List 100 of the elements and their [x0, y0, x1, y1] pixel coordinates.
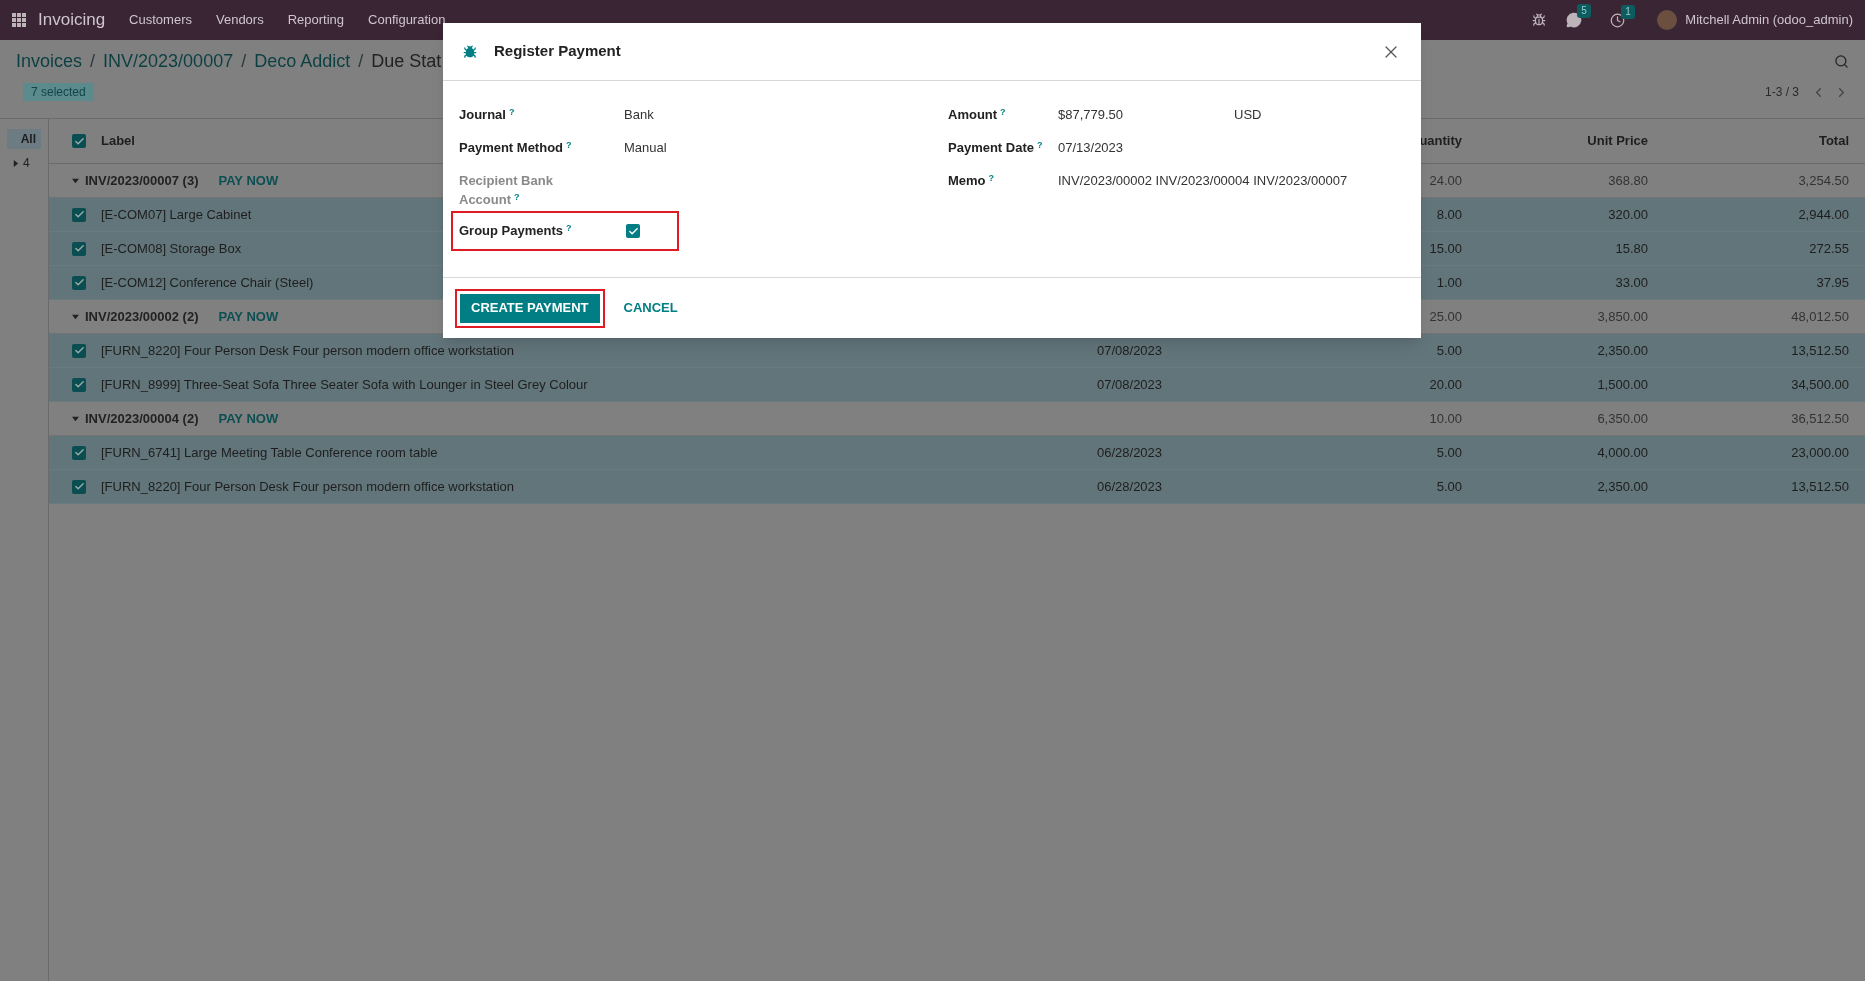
field-label: Memo $^{?}$ [948, 171, 996, 190]
create-payment-button[interactable]: CREATE PAYMENT [460, 293, 600, 323]
table-cell-text: 368.80 [1607, 171, 1648, 190]
breadcrumb[interactable]: Deco Addict [254, 47, 351, 75]
field-value[interactable]: Bank [624, 105, 654, 125]
table-cell-text: 4,000.00 [1596, 443, 1648, 462]
currency-field[interactable]: USD [1234, 105, 1262, 125]
table-cell-text: [FURN_8999] Three-Seat Sofa Three Seater Sofa with Lounger in Steel Grey Colour [100, 375, 589, 394]
field-label: Payment Date $^{?}$ [948, 138, 1044, 157]
table-cell-text: 3,850.00 [1596, 307, 1648, 326]
field-value[interactable]: INV/2023/00002 INV/2023/00004 INV/2023/00007 [1058, 171, 1348, 191]
avatar[interactable] [1657, 10, 1678, 30]
table-cell-text: 07/08/2023 [1096, 341, 1164, 360]
table-cell-text: 07/08/2023 [1096, 375, 1164, 394]
field-label: Payment Method $^{?}$ [459, 138, 573, 157]
checkbox[interactable] [72, 241, 86, 256]
field-label: Amount $^{?}$ [948, 105, 1007, 124]
table-row[interactable]: [FURN_8220] Four Person Desk Four person modern office workstation 06/28/2023 5.00 2,350.00 13,512.50 [49, 470, 1865, 504]
table-cell-text: 13,512.50 [1790, 341, 1849, 360]
breadcrumb-separator: / [241, 49, 247, 73]
debug-icon[interactable] [1532, 13, 1547, 27]
field-value[interactable]: $87,779.50 [1058, 105, 1234, 125]
breadcrumb[interactable]: Invoices [16, 47, 83, 75]
checkbox[interactable] [72, 479, 86, 494]
checkbox[interactable] [72, 343, 86, 358]
table-cell-text: 1,500.00 [1596, 375, 1648, 394]
menu-item[interactable]: Reporting [287, 10, 345, 30]
group-title: INV/2023/00004 (2) [85, 409, 199, 428]
user-name[interactable]: Mitchell Admin (odoo_admin) [1685, 10, 1853, 30]
count-badge: 1 [1621, 4, 1635, 19]
apps-grid-icon[interactable] [12, 13, 26, 27]
sidebar-item[interactable]: All [7, 129, 41, 149]
clock-icon[interactable] [1610, 12, 1626, 28]
caret-icon [72, 313, 79, 320]
chat-icon[interactable] [1566, 12, 1583, 28]
table-cell: 24.00 [1429, 172, 1462, 188]
checkbox[interactable] [72, 445, 86, 460]
sidebar-item[interactable]: 4 [7, 153, 41, 173]
column-header[interactable]: uantity [1419, 133, 1462, 149]
table-cell-text: 2,350.00 [1596, 341, 1648, 360]
table-row[interactable]: [FURN_8220] Four Person Desk Four person modern office workstation 07/08/2023 5.00 2,350.00 13,512.50 [49, 334, 1865, 368]
table-cell: 5.00 [1436, 478, 1462, 494]
checkbox[interactable] [72, 134, 86, 148]
table-cell-text: 3,254.50 [1797, 171, 1849, 190]
table-cell: 15.00 [1429, 240, 1462, 256]
table-cell-text: [E-COM07] Large Cabinet [100, 205, 253, 224]
table-cell-text: 23,000.00 [1790, 443, 1849, 462]
table-cell-text: 06/28/2023 [1096, 477, 1164, 496]
table-cell-text: [E-COM08] Storage Box [100, 239, 243, 258]
pay-now-link[interactable]: PAY NOW [218, 306, 279, 327]
group-title: INV/2023/00002 (2) [85, 307, 199, 326]
checkbox[interactable] [72, 275, 86, 290]
table-cell: 1.00 [1436, 274, 1462, 290]
pay-now-link[interactable]: PAY NOW [218, 170, 279, 191]
menu-item[interactable]: Vendors [215, 10, 264, 30]
table-cell-text: 48,012.50 [1790, 307, 1849, 326]
table-cell-text: [FURN_6741] Large Meeting Table Conference room table [100, 443, 439, 462]
table-cell-text: [E-COM12] Conference Chair (Steel) [100, 273, 315, 292]
menu-item[interactable]: Configuration [368, 10, 446, 30]
checkbox[interactable] [626, 224, 640, 238]
selection-badge: 7 selected [23, 83, 94, 101]
breadcrumb[interactable]: INV/2023/00007 [103, 47, 234, 75]
field-value[interactable]: Manual [624, 138, 667, 158]
table-cell-text: [FURN_8220] Four Person Desk Four person modern office workstation [100, 341, 516, 360]
column-header[interactable]: Total [1648, 131, 1849, 151]
table-cell: 8.00 [1436, 206, 1462, 222]
checkbox[interactable] [72, 377, 86, 392]
table-cell-text: 2,944.00 [1797, 205, 1849, 224]
menu-item[interactable]: Customers [129, 10, 192, 30]
table-cell: 10.00 [1429, 410, 1462, 426]
table-cell-text: 2,350.00 [1596, 477, 1648, 496]
table-cell-text: 272.55 [1808, 239, 1849, 258]
dialog-title: Register Payment [494, 41, 621, 62]
bug-icon [463, 44, 477, 59]
cancel-button[interactable]: CANCEL [612, 293, 689, 323]
table-cell: 25.00 [1429, 308, 1462, 324]
pay-now-link[interactable]: PAY NOW [218, 408, 279, 429]
table-cell: 20.00 [1429, 376, 1462, 392]
breadcrumb-separator: / [358, 49, 364, 73]
table-cell-text: 36,512.50 [1790, 409, 1849, 428]
table-row[interactable]: [FURN_6741] Large Meeting Table Conference room table 06/28/2023 5.00 4,000.00 23,000.00 [49, 436, 1865, 470]
caret-icon [12, 159, 19, 167]
checkbox[interactable] [72, 207, 86, 222]
field-value[interactable]: 07/13/2023 [1058, 138, 1124, 158]
table-row[interactable]: [FURN_8999] Three-Seat Sofa Three Seater Sofa with Lounger in Steel Grey Colour 07/08/2023 20.00 1,500.00 34,500.00 [49, 368, 1865, 402]
column-header[interactable]: Unit Price [1462, 131, 1648, 151]
table-cell: 5.00 [1436, 342, 1462, 358]
table-cell-text: 34,500.00 [1790, 375, 1849, 394]
breadcrumb-separator: / [90, 49, 96, 73]
table-cell-text: 06/28/2023 [1096, 443, 1164, 462]
app-name[interactable]: Invoicing [38, 7, 106, 33]
field-label: Group Payments $^{?}$ [459, 221, 573, 240]
search-icon[interactable] [1834, 53, 1849, 69]
breadcrumb: Due Stat [371, 49, 442, 73]
count-badge: 5 [1577, 4, 1591, 18]
table-cell-text: 15.80 [1614, 239, 1648, 258]
table-cell-text: 320.00 [1607, 205, 1648, 224]
pager: 1-3 / 3 [1764, 84, 1799, 101]
caret-icon [72, 415, 79, 422]
table-cell-text: 13,512.50 [1790, 477, 1849, 496]
